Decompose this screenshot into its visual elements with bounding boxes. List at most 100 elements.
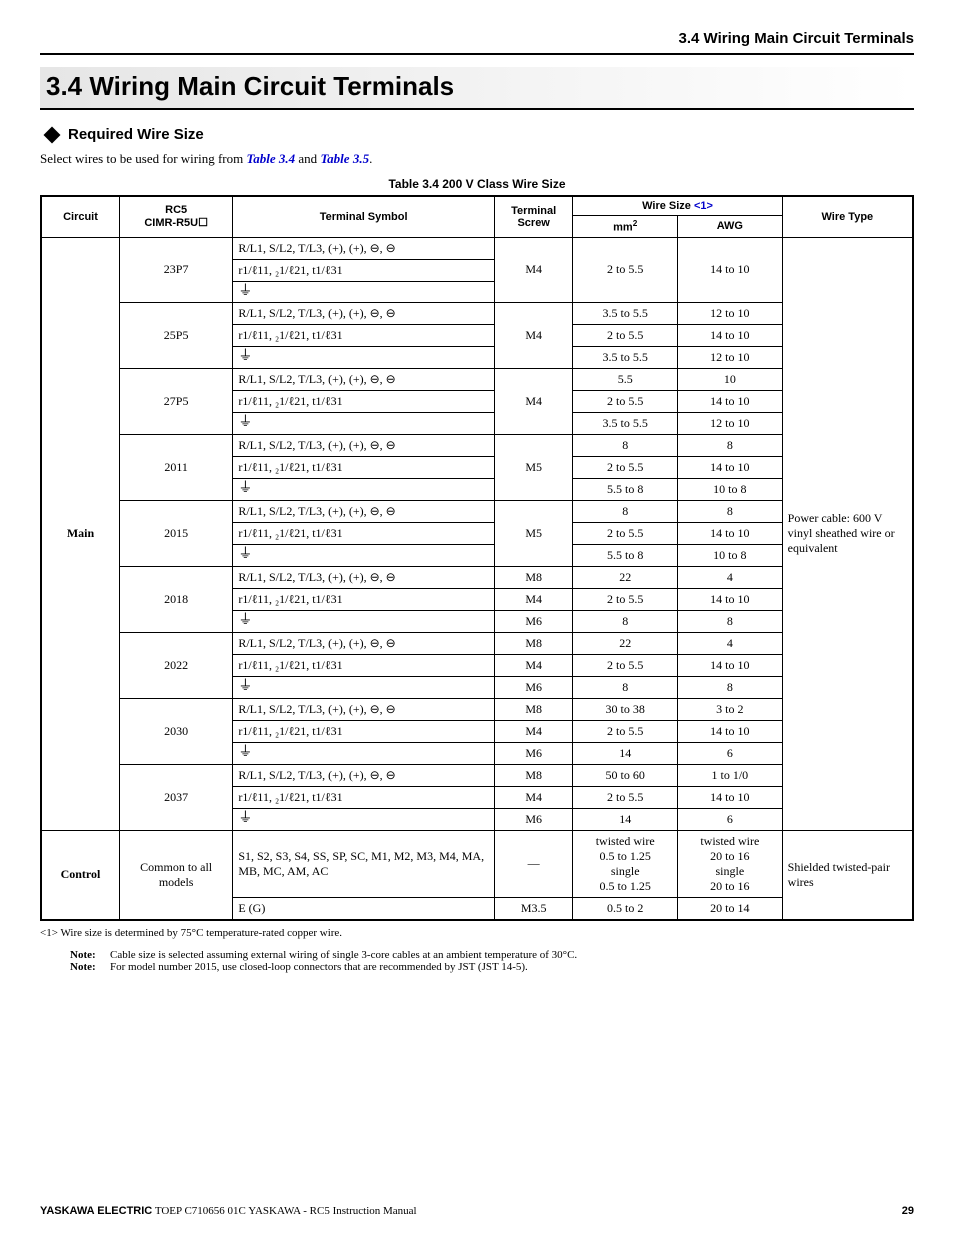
cell-mm: 8 <box>573 610 678 632</box>
cell-sym: r1/ℓ11, ₂1/ℓ21, t1/ℓ31 <box>233 259 495 281</box>
cell-awg: 12 to 10 <box>678 302 783 324</box>
cell-screw: M8 <box>494 566 572 588</box>
cell-awg: 10 to 8 <box>678 544 783 566</box>
th-circuit: Circuit <box>41 196 119 237</box>
cell-awg: 4 <box>678 566 783 588</box>
cell-sym: R/L1, S/L2, T/L3, (+), (+), ⊖, ⊖ <box>233 764 495 786</box>
cell-mm: 5.5 <box>573 368 678 390</box>
cell-ground-icon: ⏚ <box>233 544 495 566</box>
cell-screw: M4 <box>494 720 572 742</box>
cell-ground-icon: ⏚ <box>233 742 495 764</box>
note-1: Note:Cable size is selected assuming ext… <box>70 949 914 961</box>
cell-awg: 20 to 14 <box>678 897 783 920</box>
cell-mm: 2 to 5.5 <box>573 237 678 302</box>
cell-model: 2015 <box>119 500 232 566</box>
page-footer: YASKAWA ELECTRIC TOEP C710656 01C YASKAW… <box>40 1205 914 1217</box>
cell-awg: 12 to 10 <box>678 412 783 434</box>
subheading-required-wire-size: Required Wire Size <box>40 126 914 143</box>
cell-mm: 22 <box>573 632 678 654</box>
cell-sym: r1/ℓ11, ₂1/ℓ21, t1/ℓ31 <box>233 324 495 346</box>
cell-model: 2030 <box>119 698 232 764</box>
cell-awg: 14 to 10 <box>678 456 783 478</box>
cell-sym: R/L1, S/L2, T/L3, (+), (+), ⊖, ⊖ <box>233 237 495 259</box>
cell-screw: M6 <box>494 742 572 764</box>
cell-sym: R/L1, S/L2, T/L3, (+), (+), ⊖, ⊖ <box>233 368 495 390</box>
th-terminal-symbol: Terminal Symbol <box>233 196 495 237</box>
cell-circuit-main: Main <box>41 237 119 830</box>
cell-screw: M6 <box>494 676 572 698</box>
intro-post: . <box>369 151 372 166</box>
cell-screw: — <box>494 830 572 897</box>
cell-model: 23P7 <box>119 237 232 302</box>
cell-mm: 2 to 5.5 <box>573 390 678 412</box>
cell-mm: 2 to 5.5 <box>573 786 678 808</box>
cell-ground-icon: ⏚ <box>233 478 495 500</box>
th-rc5: RC5 CIMR-R5U☐ <box>119 196 232 237</box>
cell-sym: R/L1, S/L2, T/L3, (+), (+), ⊖, ⊖ <box>233 698 495 720</box>
cell-screw: M6 <box>494 610 572 632</box>
cell-screw: M8 <box>494 698 572 720</box>
th-wire-type: Wire Type <box>782 196 913 237</box>
cell-mm: 50 to 60 <box>573 764 678 786</box>
cell-model: 27P5 <box>119 368 232 434</box>
cell-wiretype-main: Power cable: 600 V vinyl sheathed wire o… <box>782 237 913 830</box>
cell-screw: M5 <box>494 434 572 500</box>
cell-model: Common to all models <box>119 830 232 920</box>
cell-awg: 14 to 10 <box>678 720 783 742</box>
footer-left: YASKAWA ELECTRIC TOEP C710656 01C YASKAW… <box>40 1205 417 1217</box>
table-footnote: <1> Wire size is determined by 75°C temp… <box>40 927 914 939</box>
cell-mm: twisted wire 0.5 to 1.25 single 0.5 to 1… <box>573 830 678 897</box>
header-rule <box>40 53 914 55</box>
cell-sym: S1, S2, S3, S4, SS, SP, SC, M1, M2, M3, … <box>233 830 495 897</box>
cell-sym: r1/ℓ11, ₂1/ℓ21, t1/ℓ31 <box>233 456 495 478</box>
cell-sym: r1/ℓ11, ₂1/ℓ21, t1/ℓ31 <box>233 390 495 412</box>
subheading-text: Required Wire Size <box>68 126 204 143</box>
cell-mm: 5.5 to 8 <box>573 478 678 500</box>
cell-mm: 8 <box>573 434 678 456</box>
cell-screw: M6 <box>494 808 572 830</box>
cell-mm: 14 <box>573 742 678 764</box>
table-caption: Table 3.4 200 V Class Wire Size <box>40 177 914 191</box>
th-rc5-sub: CIMR-R5U☐ <box>144 217 208 229</box>
cell-awg: 10 <box>678 368 783 390</box>
cell-awg: twisted wire 20 to 16 single 20 to 16 <box>678 830 783 897</box>
cell-screw: M4 <box>494 786 572 808</box>
cell-model: 2018 <box>119 566 232 632</box>
cell-circuit-control: Control <box>41 830 119 920</box>
note-label: Note: <box>70 961 110 973</box>
cell-awg: 6 <box>678 808 783 830</box>
cell-awg: 14 to 10 <box>678 786 783 808</box>
cell-awg: 14 to 10 <box>678 324 783 346</box>
circuit-control-text: Control <box>61 867 101 881</box>
cell-wiretype-control: Shielded twisted-pair wires <box>782 830 913 920</box>
cell-mm: 14 <box>573 808 678 830</box>
cell-mm: 3.5 to 5.5 <box>573 346 678 368</box>
cell-sym: r1/ℓ11, ₂1/ℓ21, t1/ℓ31 <box>233 588 495 610</box>
cell-mm: 2 to 5.5 <box>573 720 678 742</box>
table-header-row: Circuit RC5 CIMR-R5U☐ Terminal Symbol Te… <box>41 196 913 216</box>
note-2: Note:For model number 2015, use closed-l… <box>70 961 914 973</box>
circuit-main-text: Main <box>67 526 94 540</box>
cell-sym: r1/ℓ11, ₂1/ℓ21, t1/ℓ31 <box>233 654 495 676</box>
cell-screw: M8 <box>494 764 572 786</box>
cell-ground-icon: ⏚ <box>233 676 495 698</box>
cell-awg: 3 to 2 <box>678 698 783 720</box>
cell-ground-icon: ⏚ <box>233 281 495 302</box>
cell-awg: 14 to 10 <box>678 588 783 610</box>
cell-mm: 2 to 5.5 <box>573 588 678 610</box>
cell-mm: 8 <box>573 676 678 698</box>
link-table-3-4[interactable]: Table 3.4 <box>247 151 296 166</box>
th-mm2-text: mm <box>613 222 633 234</box>
cell-screw: M4 <box>494 654 572 676</box>
cell-model: 2011 <box>119 434 232 500</box>
cell-mm: 2 to 5.5 <box>573 456 678 478</box>
cell-sym: r1/ℓ11, ₂1/ℓ21, t1/ℓ31 <box>233 720 495 742</box>
cell-awg: 1 to 1/0 <box>678 764 783 786</box>
cell-sym: r1/ℓ11, ₂1/ℓ21, t1/ℓ31 <box>233 786 495 808</box>
wire-size-table: Circuit RC5 CIMR-R5U☐ Terminal Symbol Te… <box>40 195 914 921</box>
link-table-3-5[interactable]: Table 3.5 <box>320 151 369 166</box>
cell-sym: R/L1, S/L2, T/L3, (+), (+), ⊖, ⊖ <box>233 434 495 456</box>
cell-screw: M4 <box>494 302 572 368</box>
intro-pre: Select wires to be used for wiring from <box>40 151 247 166</box>
note-text: Cable size is selected assuming external… <box>110 949 577 961</box>
